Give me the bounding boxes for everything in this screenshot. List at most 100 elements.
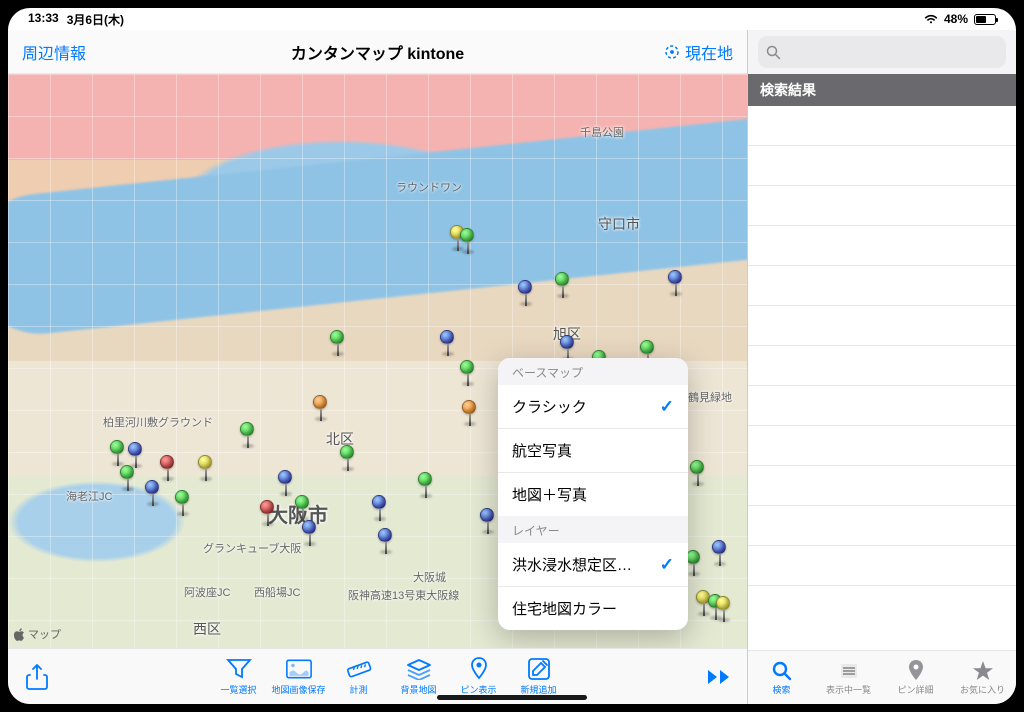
popover-item[interactable]: 航空写真: [498, 428, 688, 472]
map-attribution: マップ: [14, 626, 61, 642]
basemap-icon: [406, 657, 432, 681]
map-pin[interactable]: [555, 272, 571, 296]
map-pin[interactable]: [560, 335, 576, 359]
map-pin[interactable]: [120, 465, 136, 489]
side-results-header: 検索結果: [748, 74, 1016, 106]
list-item[interactable]: [748, 186, 1016, 226]
toolbar-pins-button[interactable]: ピン表示: [451, 657, 507, 696]
map-pin[interactable]: [712, 540, 728, 564]
map-pin[interactable]: [378, 528, 394, 552]
map-pin[interactable]: [128, 442, 144, 466]
main-toolbar: 一覧選択地図画像保存計測背景地図ピン表示新規追加: [8, 648, 747, 704]
popover-item[interactable]: クラシック✓: [498, 385, 688, 428]
map-label-tsurumi: 鶴見緑地: [688, 389, 732, 405]
toolbar-more-button[interactable]: [701, 668, 739, 686]
list-item[interactable]: [748, 146, 1016, 186]
map-pin[interactable]: [518, 280, 534, 304]
map-pin[interactable]: [480, 508, 496, 532]
search-input[interactable]: [787, 44, 998, 61]
map-pin[interactable]: [716, 596, 732, 620]
map-pin[interactable]: [295, 495, 311, 519]
nearby-button[interactable]: 周辺情報: [22, 40, 86, 64]
toolbar-measure-button[interactable]: 計測: [331, 657, 387, 696]
toolbar-add-button[interactable]: 新規追加: [511, 657, 567, 696]
filter-icon: [226, 657, 252, 681]
map-label-moriguchi: 守口市: [598, 214, 640, 234]
map-label-roundone: ラウンドワン: [396, 179, 462, 195]
home-indicator: [437, 695, 587, 700]
toolbar-filter-button[interactable]: 一覧選択: [211, 657, 267, 696]
list-item[interactable]: [748, 346, 1016, 386]
map-pin[interactable]: [462, 400, 478, 424]
add-icon: [526, 657, 552, 681]
list-item[interactable]: [748, 546, 1016, 586]
list-item[interactable]: [748, 106, 1016, 146]
list-icon: [839, 660, 859, 682]
fav-icon: [972, 660, 994, 682]
map-pin[interactable]: [418, 472, 434, 496]
side-search-bar: [748, 30, 1016, 74]
save-icon: [286, 657, 312, 681]
map-pin[interactable]: [278, 470, 294, 494]
status-time: 13:33: [28, 11, 59, 28]
map-pin[interactable]: [460, 360, 476, 384]
popover-item[interactable]: 住宅地図カラー: [498, 586, 688, 630]
toolbar-basemap-button[interactable]: 背景地図: [391, 657, 447, 696]
checkmark-icon: ✓: [660, 555, 674, 575]
battery-icon: [974, 14, 996, 25]
tab-fav[interactable]: お気に入り: [949, 651, 1016, 704]
share-button[interactable]: [16, 658, 58, 696]
map-label-osakajo: 大阪城: [413, 569, 446, 585]
map-label-nishi: 西区: [193, 619, 221, 639]
battery-percent: 48%: [944, 12, 968, 26]
map-pin[interactable]: [160, 455, 176, 479]
map-pin[interactable]: [313, 395, 329, 419]
locate-icon: [663, 43, 681, 61]
map-canvas[interactable]: 大阪市 守口市 北区 西区 旭区 鶴見緑地 阿波座JC 西船場JC 海老江JC …: [8, 74, 747, 648]
locate-button[interactable]: 現在地: [663, 40, 733, 64]
map-pin[interactable]: [175, 490, 191, 514]
tab-search[interactable]: 検索: [748, 651, 815, 704]
map-pin[interactable]: [690, 460, 706, 484]
map-pin[interactable]: [460, 228, 476, 252]
popover-item[interactable]: 地図＋写真: [498, 472, 688, 516]
map-pin[interactable]: [372, 495, 388, 519]
checkmark-icon: ✓: [660, 397, 674, 417]
map-label-chishima: 千島公園: [580, 124, 624, 140]
list-item[interactable]: [748, 506, 1016, 546]
map-pin[interactable]: [340, 445, 356, 469]
list-item[interactable]: [748, 226, 1016, 266]
search-field[interactable]: [758, 36, 1006, 68]
list-item[interactable]: [748, 266, 1016, 306]
apple-icon: [14, 628, 25, 641]
map-pin[interactable]: [302, 520, 318, 544]
popover-item[interactable]: 洪水浸水想定区…✓: [498, 543, 688, 586]
list-item[interactable]: [748, 306, 1016, 346]
status-bar: 13:33 3月6日(木) 48%: [8, 8, 1016, 30]
toolbar-save-button[interactable]: 地図画像保存: [271, 657, 327, 696]
list-item[interactable]: [748, 466, 1016, 506]
list-item[interactable]: [748, 386, 1016, 426]
main-navbar: 周辺情報 カンタンマップ kintone 現在地: [8, 30, 747, 74]
tab-detail[interactable]: ピン詳細: [882, 651, 949, 704]
search-icon: [766, 45, 781, 60]
map-pin[interactable]: [198, 455, 214, 479]
map-pin[interactable]: [668, 270, 684, 294]
map-pin[interactable]: [240, 422, 256, 446]
map-label-awaza: 阿波座JC: [184, 584, 230, 600]
map-label-kashima: 柏里河川敷グラウンド: [103, 414, 213, 430]
map-pin[interactable]: [440, 330, 456, 354]
page-title: カンタンマップ kintone: [8, 40, 747, 64]
list-item[interactable]: [748, 426, 1016, 466]
map-label-gran: グランキューブ大阪: [203, 540, 301, 556]
map-label-hanshin: 阪神高速13号東大阪線: [348, 587, 459, 603]
tab-list[interactable]: 表示中一覧: [815, 651, 882, 704]
map-pin[interactable]: [260, 500, 276, 524]
map-pin[interactable]: [145, 480, 161, 504]
map-pin[interactable]: [686, 550, 702, 574]
map-pin[interactable]: [330, 330, 346, 354]
map-pin[interactable]: [110, 440, 126, 464]
detail-icon: [907, 660, 925, 682]
measure-icon: [346, 657, 372, 681]
side-results-list[interactable]: [748, 106, 1016, 650]
